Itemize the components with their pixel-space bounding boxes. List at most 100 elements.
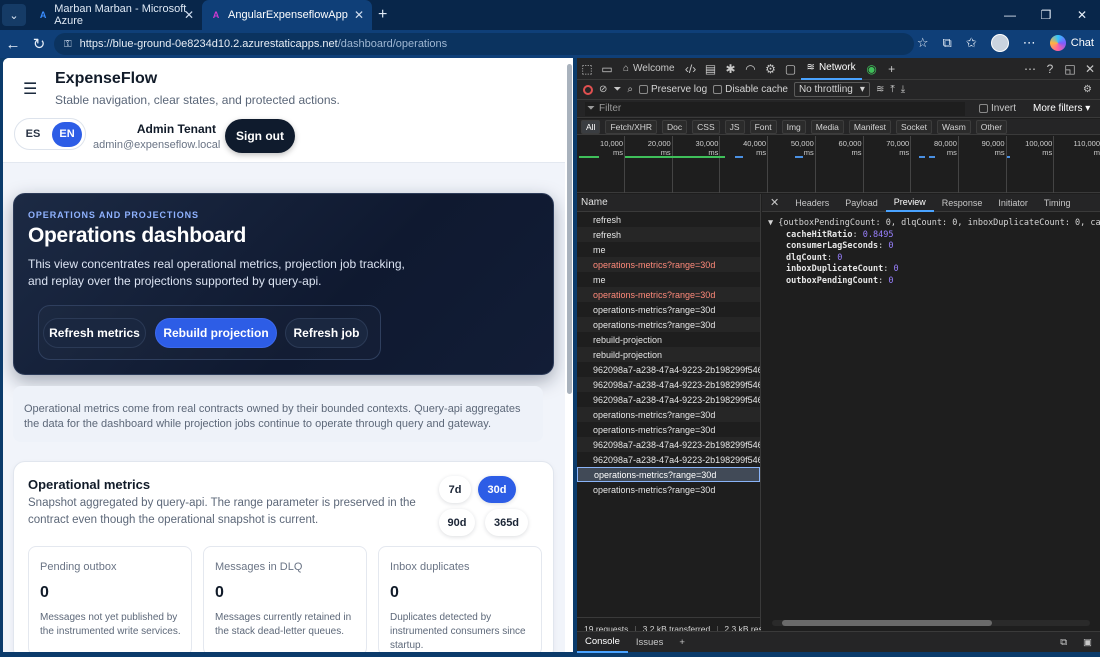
request-row[interactable]: me: [577, 242, 760, 257]
more-icon[interactable]: ⋯: [1023, 35, 1036, 51]
request-row[interactable]: operations-metrics?range=30d: [577, 482, 760, 497]
import-icon[interactable]: ⤒: [890, 84, 894, 95]
type-filter-js[interactable]: JS: [724, 119, 745, 134]
invert-checkbox[interactable]: Invert: [979, 103, 1016, 114]
throttling-select[interactable]: No throttling ▾: [793, 82, 870, 97]
type-filter-socket[interactable]: Socket: [896, 119, 933, 134]
sign-out-button[interactable]: Sign out: [225, 119, 295, 153]
lang-es-button[interactable]: ES: [18, 122, 48, 147]
horizontal-scrollbar[interactable]: [772, 620, 1090, 626]
request-row[interactable]: 962098a7-a238-47a4-9223-2b198299f546: [577, 377, 760, 392]
request-row[interactable]: 962098a7-a238-47a4-9223-2b198299f546: [577, 392, 760, 407]
range-7d-button[interactable]: 7d: [439, 476, 471, 503]
minimize-icon[interactable]: —: [992, 0, 1028, 30]
type-filter-font[interactable]: Font: [749, 119, 777, 134]
url-field[interactable]: ⚿ https://blue-ground-0e8234d10.2.azures…: [54, 33, 914, 55]
detail-tab-initiator[interactable]: Initiator: [990, 194, 1036, 212]
elements-icon[interactable]: ‹/›: [681, 62, 701, 76]
detail-tab-preview[interactable]: Preview: [885, 194, 934, 212]
dock-icon[interactable]: ◱: [1060, 62, 1080, 76]
settings-gear-icon[interactable]: ⚙: [761, 62, 781, 76]
request-row[interactable]: 962098a7-a238-47a4-9223-2b198299f546: [577, 437, 760, 452]
request-row[interactable]: refresh: [577, 212, 760, 227]
performance-icon[interactable]: ◠: [741, 62, 761, 76]
copilot-chat-button[interactable]: Chat: [1049, 35, 1094, 51]
back-icon[interactable]: ←: [0, 36, 26, 53]
range-90d-button[interactable]: 90d: [439, 509, 475, 536]
close-detail-icon[interactable]: ✕: [762, 194, 787, 212]
sources-icon[interactable]: ✱: [721, 62, 741, 76]
scrollbar-thumb[interactable]: [782, 620, 992, 626]
detail-tab-headers[interactable]: Headers: [787, 194, 837, 212]
browser-tab-azure[interactable]: A Marban Marban - Microsoft Azure ✕: [30, 0, 202, 30]
rebuild-projection-button[interactable]: Rebuild projection: [155, 318, 277, 348]
extensions-icon[interactable]: ⧉: [943, 35, 952, 51]
add-tool-icon[interactable]: +: [882, 62, 902, 76]
request-row[interactable]: operations-metrics?range=30d: [577, 257, 760, 272]
application-icon[interactable]: ▢: [781, 62, 801, 76]
request-row[interactable]: 962098a7-a238-47a4-9223-2b198299f546: [577, 362, 760, 377]
drawer-toggle-icon[interactable]: ▣: [1075, 632, 1100, 653]
device-emulation-icon[interactable]: ▭: [597, 62, 617, 76]
scrollbar-thumb[interactable]: [567, 64, 572, 394]
close-window-icon[interactable]: ✕: [1064, 0, 1100, 30]
request-row[interactable]: operations-metrics?range=30d: [577, 407, 760, 422]
filter-input[interactable]: ⏷ Filter: [585, 101, 965, 116]
request-row[interactable]: operations-metrics?range=30d: [577, 467, 760, 482]
reload-icon[interactable]: ↻: [26, 35, 52, 53]
add-drawer-tab-icon[interactable]: +: [671, 632, 693, 653]
range-365d-button[interactable]: 365d: [485, 509, 528, 536]
request-row[interactable]: rebuild-projection: [577, 332, 760, 347]
close-icon[interactable]: ✕: [1080, 62, 1100, 76]
refresh-metrics-button[interactable]: Refresh metrics: [43, 318, 146, 348]
browser-tab-app[interactable]: A AngularExpenseflowApp ✕: [202, 0, 372, 30]
preserve-log-checkbox[interactable]: Preserve log: [639, 84, 707, 95]
disable-cache-checkbox[interactable]: Disable cache: [713, 84, 788, 95]
request-row[interactable]: me: [577, 272, 760, 287]
record-icon[interactable]: [583, 84, 593, 95]
type-filter-img[interactable]: Img: [781, 119, 806, 134]
more-filters-button[interactable]: More filters ▾: [1033, 103, 1090, 114]
new-tab-icon[interactable]: +: [378, 6, 387, 24]
help-icon[interactable]: ?: [1040, 62, 1060, 76]
close-icon[interactable]: ✕: [354, 8, 364, 22]
performance-monitor-icon[interactable]: ◉: [862, 62, 882, 76]
site-info-icon[interactable]: ⚿: [64, 39, 72, 50]
tab-welcome[interactable]: ⌂ Welcome: [617, 58, 681, 80]
lang-en-button[interactable]: EN: [52, 121, 82, 147]
more-icon[interactable]: ⋯: [1020, 62, 1040, 76]
type-filter-all[interactable]: All: [581, 119, 601, 134]
export-icon[interactable]: ⤓: [901, 84, 905, 95]
type-filter-manifest[interactable]: Manifest: [848, 119, 892, 134]
expand-triangle-icon[interactable]: ▼: [768, 218, 773, 228]
close-icon[interactable]: ✕: [184, 8, 194, 22]
type-filter-media[interactable]: Media: [810, 119, 844, 134]
drawer-tab-issues[interactable]: Issues: [628, 632, 671, 653]
clear-icon[interactable]: ⊘: [599, 84, 607, 95]
avatar[interactable]: [990, 34, 1009, 52]
undock-drawer-icon[interactable]: ⧉: [1052, 632, 1075, 653]
detail-tab-payload[interactable]: Payload: [837, 194, 886, 212]
type-filter-css[interactable]: CSS: [692, 119, 720, 134]
refresh-job-button[interactable]: Refresh job: [285, 318, 368, 348]
request-row[interactable]: operations-metrics?range=30d: [577, 287, 760, 302]
search-icon[interactable]: ⌕: [627, 84, 633, 95]
request-row[interactable]: 962098a7-a238-47a4-9223-2b198299f546: [577, 452, 760, 467]
drawer-tab-console[interactable]: Console: [577, 632, 628, 653]
request-row[interactable]: operations-metrics?range=30d: [577, 317, 760, 332]
page-scrollbar[interactable]: [565, 58, 573, 652]
request-row[interactable]: refresh: [577, 227, 760, 242]
network-conditions-icon[interactable]: ≋: [876, 84, 884, 95]
tab-network[interactable]: ≋ Network: [800, 58, 862, 80]
detail-tab-response[interactable]: Response: [934, 194, 991, 212]
favorite-star-icon[interactable]: ☆: [917, 35, 929, 51]
network-overview-timeline[interactable]: 10,000 ms 20,000 ms 30,000 ms 40,000 ms 50,0…: [577, 136, 1100, 193]
filter-icon[interactable]: ⏷: [613, 84, 621, 95]
type-filter-fetch-xhr[interactable]: Fetch/XHR: [605, 119, 658, 134]
type-filter-doc[interactable]: Doc: [662, 119, 688, 134]
console-icon[interactable]: ▤: [701, 62, 721, 76]
inspect-icon[interactable]: ⬚: [577, 62, 597, 76]
name-column-header[interactable]: Name: [577, 194, 760, 212]
request-row[interactable]: operations-metrics?range=30d: [577, 302, 760, 317]
type-filter-other[interactable]: Other: [975, 119, 1008, 134]
